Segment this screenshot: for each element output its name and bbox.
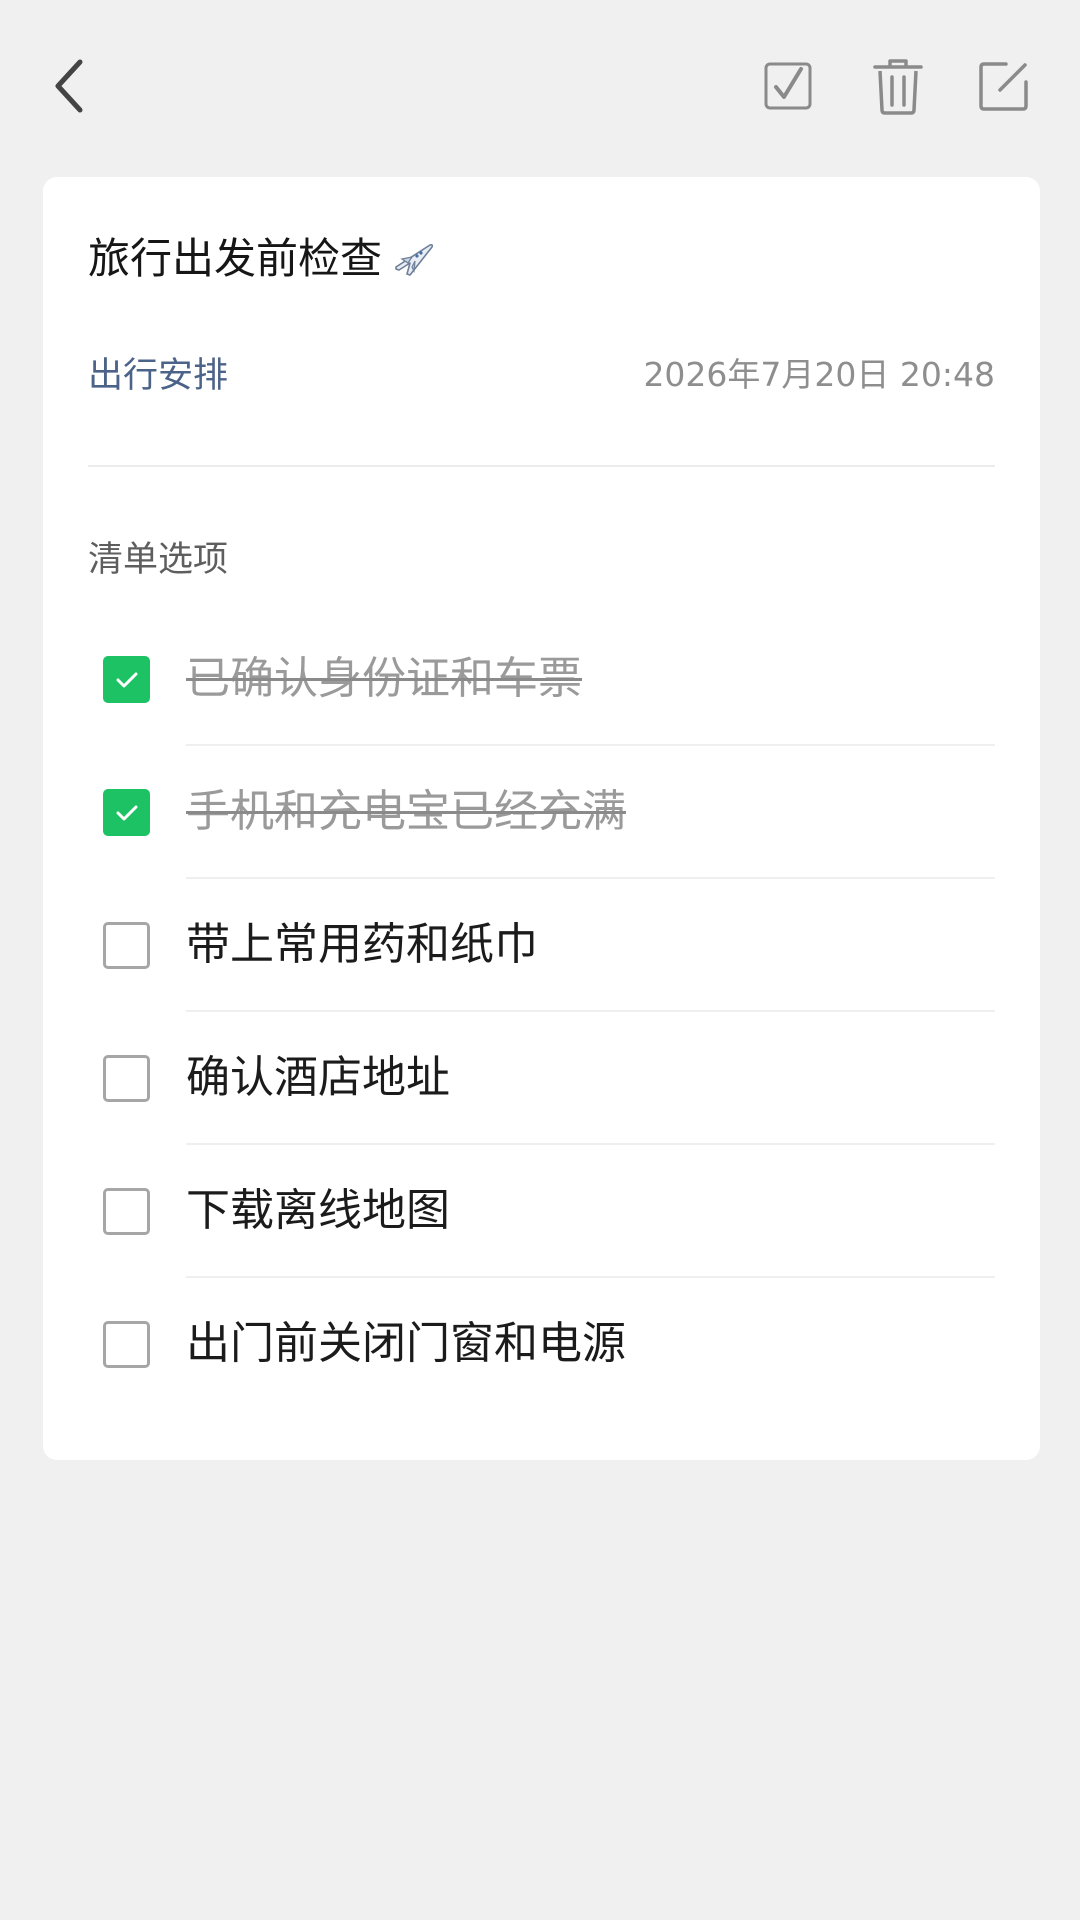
list-item[interactable]: 下载离线地图: [43, 1145, 1040, 1278]
note-meta: 出行安排 2026年7月20日 20:48: [88, 347, 995, 397]
checklist: 已确认身份证和车票 手机和充电宝已经充满 带上常用药和纸巾 确认酒店地址 下载离: [43, 613, 1040, 1411]
checkbox-checked[interactable]: [103, 789, 150, 836]
list-item[interactable]: 已确认身份证和车票: [43, 613, 1040, 746]
list-item-text[interactable]: 已确认身份证和车票: [186, 649, 582, 709]
list-item-text[interactable]: 确认酒店地址: [186, 1048, 450, 1108]
checkbox-unchecked[interactable]: [103, 1321, 150, 1368]
checkbox-unchecked[interactable]: [103, 922, 150, 969]
check-mark-icon: [116, 672, 137, 687]
checkbox-unchecked[interactable]: [103, 1188, 150, 1235]
list-item-text[interactable]: 出门前关闭门窗和电源: [186, 1314, 626, 1374]
list-item-text[interactable]: 下载离线地图: [186, 1181, 450, 1241]
check-all-button[interactable]: [752, 50, 824, 122]
list-item[interactable]: 手机和充电宝已经充满: [43, 746, 1040, 879]
checkbox-unchecked[interactable]: [103, 1055, 150, 1102]
list-item[interactable]: 带上常用药和纸巾: [43, 879, 1040, 1012]
back-button[interactable]: [32, 50, 104, 122]
edit-button[interactable]: [968, 50, 1040, 122]
delete-button[interactable]: [862, 50, 934, 122]
note-title[interactable]: 旅行出发前检查: [88, 229, 434, 289]
airplane-icon: [395, 243, 434, 276]
top-toolbar: [0, 0, 1080, 170]
checklist-section-label: 清单选项: [88, 540, 229, 580]
category-tag[interactable]: 出行安排: [88, 347, 228, 398]
list-item[interactable]: 确认酒店地址: [43, 1012, 1040, 1145]
edit-icon: [979, 62, 1028, 111]
list-item-text[interactable]: 手机和充电宝已经充满: [186, 782, 626, 842]
back-arrow-icon: [55, 59, 83, 113]
list-item[interactable]: 出门前关闭门窗和电源: [43, 1278, 1040, 1411]
checkbox-checked[interactable]: [103, 656, 150, 703]
divider: [88, 465, 995, 467]
note-card: 旅行出发前检查 出行安排 2026年7月20日 20:48 清单选项 已确认身份…: [43, 177, 1040, 1460]
list-item-text[interactable]: 带上常用药和纸巾: [186, 915, 538, 975]
note-title-text: 旅行出发前检查: [88, 234, 383, 283]
checkbox-icon: [764, 62, 812, 110]
note-timestamp: 2026年7月20日 20:48: [643, 355, 995, 394]
check-mark-icon: [116, 805, 137, 820]
trash-icon: [873, 59, 923, 115]
